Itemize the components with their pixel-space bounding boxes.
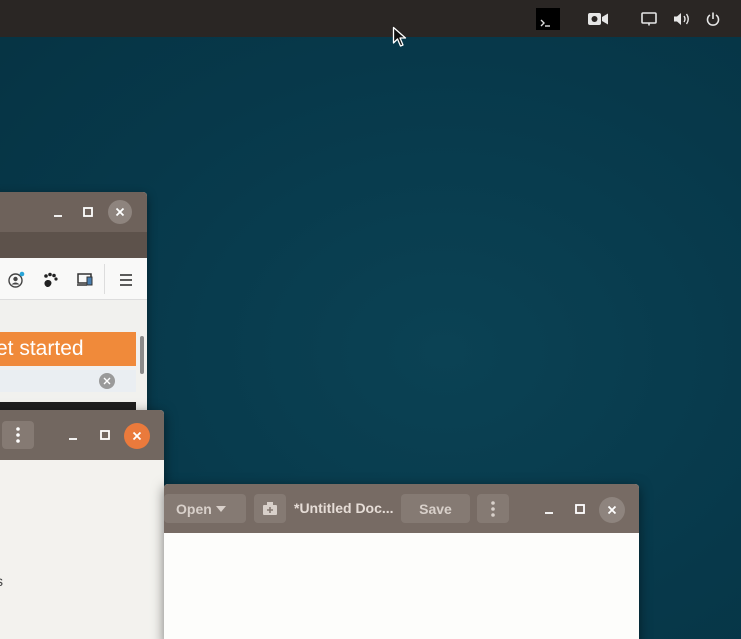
close-button[interactable] [599,497,625,523]
save-button[interactable]: Save [401,494,470,523]
maximize-button[interactable] [572,501,588,517]
files-window: s [0,410,164,639]
menu-button[interactable] [477,494,509,523]
get-started-banner[interactable]: et started [0,332,136,366]
files-titlebar[interactable] [0,410,164,460]
chevron-down-icon [215,505,226,512]
power-icon[interactable] [703,8,723,30]
account-icon[interactable] [6,270,26,290]
toolbar-separator [104,264,105,294]
display-icon[interactable] [639,8,659,30]
maximize-button[interactable] [97,427,113,443]
top-panel [0,0,741,37]
browser-toolbar [0,258,147,300]
browser-window: et started [0,192,147,422]
minimize-button[interactable] [50,204,66,220]
close-button[interactable] [124,423,150,449]
dismiss-icon[interactable] [99,373,115,389]
notification-bar [0,370,136,392]
save-as-icon [263,501,277,515]
save-as-button[interactable] [254,494,286,523]
open-button[interactable]: Open [164,494,246,523]
volume-icon[interactable] [671,8,693,30]
minimize-button[interactable] [541,501,557,517]
minimize-button[interactable] [65,427,81,443]
hamburger-menu-icon[interactable] [116,270,136,290]
browser-titlebar[interactable] [0,192,147,232]
scrollbar[interactable] [140,336,144,374]
tab-strip[interactable] [0,232,147,258]
gnome-foot-icon[interactable] [40,270,60,290]
maximize-button[interactable] [80,204,96,220]
editor-titlebar[interactable]: Open *Untitled Doc... Save [164,484,639,533]
document-title: *Untitled Doc... [294,500,394,516]
device-icon[interactable] [75,270,95,290]
text-editor-window: Open *Untitled Doc... Save [164,484,639,639]
sidebar-text: s [0,573,3,589]
terminal-icon[interactable] [536,8,560,30]
open-label: Open [176,500,212,517]
mouse-cursor-icon [392,26,408,53]
close-button[interactable] [108,200,132,224]
banner-text: et started [0,337,84,360]
screen-recorder-icon[interactable] [586,8,610,30]
editor-text-area[interactable] [164,533,639,639]
menu-button[interactable] [2,421,34,449]
save-label: Save [419,500,452,517]
